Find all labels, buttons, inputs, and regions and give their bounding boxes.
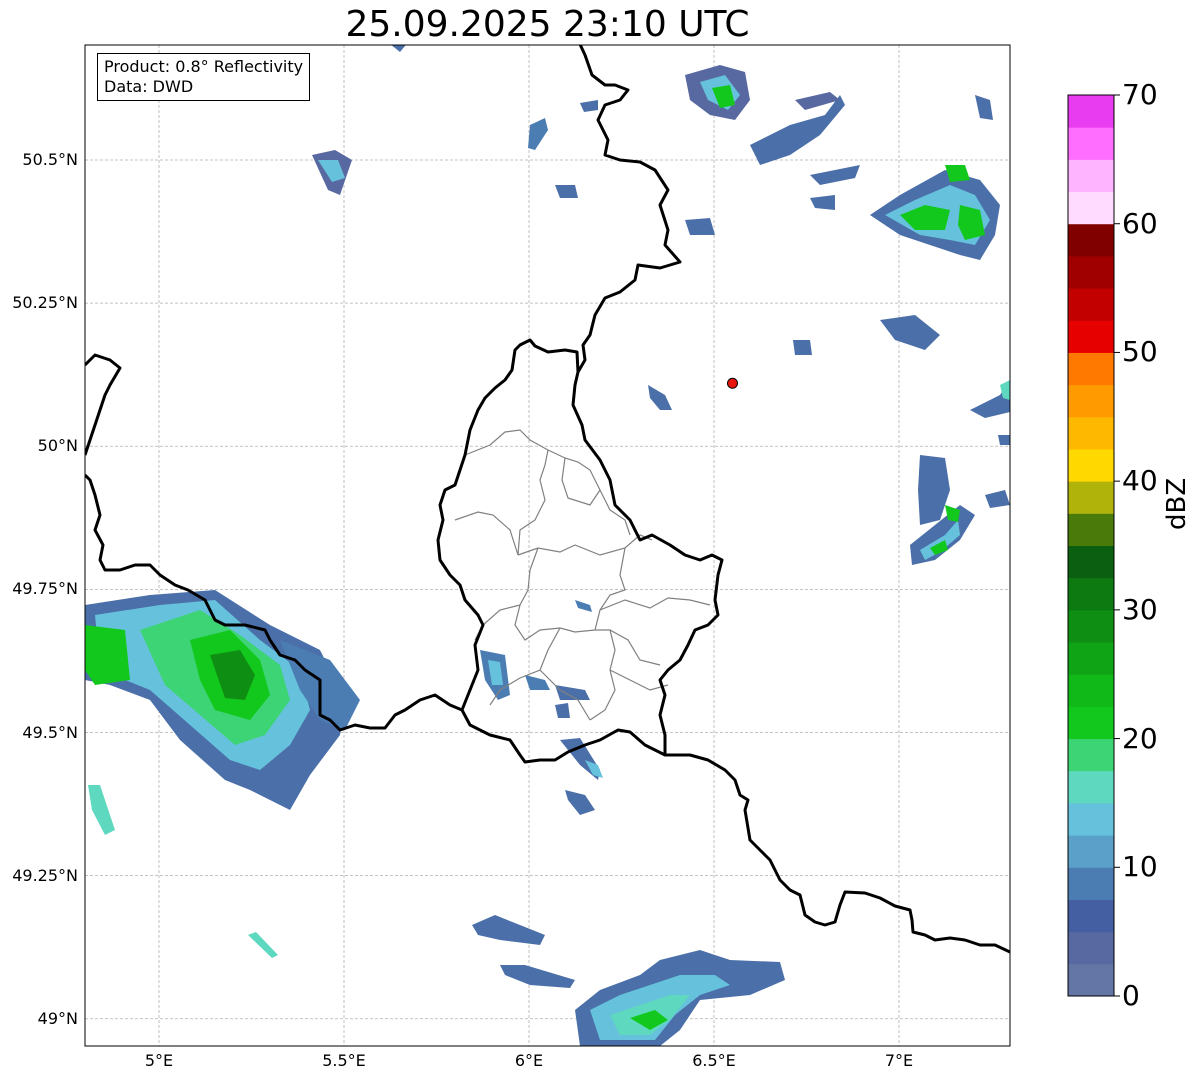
colorbar-segment <box>1068 127 1114 160</box>
colorbar-segment <box>1068 513 1114 546</box>
colorbar-segment <box>1068 320 1114 353</box>
longitude-tick-label: 6°E <box>514 1051 544 1070</box>
longitude-tick-label: 6.5°E <box>692 1051 736 1070</box>
colorbar-segment <box>1068 223 1114 257</box>
colorbar-segment <box>1068 642 1114 675</box>
colorbar-segment <box>1068 899 1114 933</box>
colorbar-segment <box>1068 931 1114 965</box>
colorbar-segment <box>1068 384 1114 418</box>
info-box: Product: 0.8° Reflectivity Data: DWD <box>97 53 311 101</box>
latitude-tick-label: 49.5°N <box>22 722 78 742</box>
colorbar-tick-label: 0 <box>1122 979 1140 1012</box>
colorbar-tick-label: 10 <box>1122 850 1158 884</box>
data-source-label: Data: DWD <box>104 77 194 96</box>
colorbar-tick-label: 70 <box>1122 78 1158 111</box>
colorbar-segment <box>1068 674 1114 707</box>
latitude-tick-label: 49.25°N <box>12 865 78 885</box>
map-title: 25.09.2025 23:10 UTC <box>345 4 750 45</box>
colorbar-segment <box>1068 867 1114 900</box>
latitude-tick-label: 49°N <box>37 1008 78 1028</box>
longitude-tick-label: 5°E <box>144 1051 174 1070</box>
colorbar-segment <box>1068 609 1114 643</box>
latitude-tick-label: 50.25°N <box>12 293 78 313</box>
longitude-tick-label: 7°E <box>884 1051 914 1070</box>
latitude-tick-label: 50°N <box>37 436 78 456</box>
colorbar-segment <box>1068 963 1114 997</box>
latitude-tick-label: 49.75°N <box>12 579 78 599</box>
colorbar-segment <box>1068 191 1114 225</box>
colorbar-segment <box>1068 481 1114 514</box>
colorbar-tick-label: 60 <box>1122 206 1158 240</box>
colorbar-segment <box>1068 255 1114 289</box>
colorbar-segment <box>1068 577 1114 611</box>
colorbar-segment <box>1068 545 1114 579</box>
colorbar-segment <box>1068 416 1114 450</box>
colorbar-tick-label: 30 <box>1122 592 1158 626</box>
colorbar-segment <box>1068 95 1114 128</box>
latitude-tick-label: 50.5°N <box>22 150 78 169</box>
colorbar <box>1067 94 1120 997</box>
colorbar-segment <box>1068 738 1114 772</box>
colorbar-tick-label: 40 <box>1122 464 1158 498</box>
colorbar-unit-label: dBZ <box>1162 477 1192 530</box>
product-label: Product: 0.8° Reflectivity <box>104 57 304 76</box>
colorbar-segment <box>1068 159 1114 193</box>
colorbar-tick-label: 20 <box>1122 721 1158 755</box>
colorbar-tick-label: 50 <box>1122 335 1158 369</box>
colorbar-segment <box>1068 448 1114 482</box>
colorbar-segment <box>1068 802 1114 836</box>
colorbar-segment <box>1068 706 1114 740</box>
colorbar-segment <box>1068 352 1114 386</box>
colorbar-segment <box>1068 770 1114 804</box>
colorbar-segment <box>1068 835 1114 868</box>
radar-map <box>84 44 1120 1047</box>
colorbar-segment <box>1068 288 1114 321</box>
radar-site-marker <box>727 377 738 389</box>
longitude-tick-label: 5.5°E <box>322 1051 366 1070</box>
